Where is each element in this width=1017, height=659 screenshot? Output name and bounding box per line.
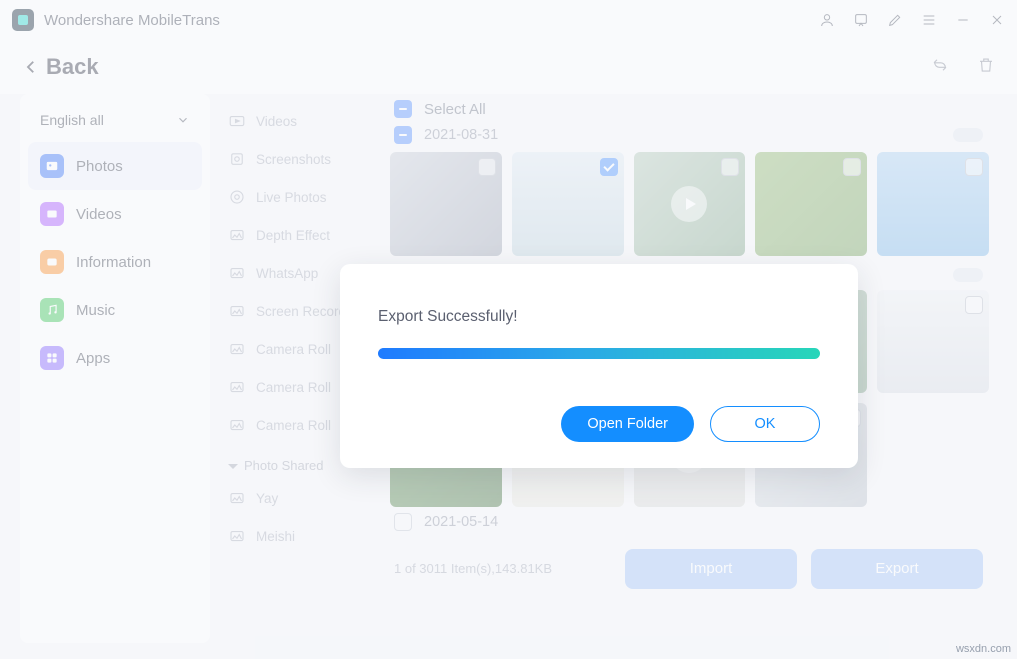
ok-button[interactable]: OK (710, 406, 820, 442)
watermark: wsxdn.com (956, 643, 1011, 655)
export-success-dialog: Export Successfully! Open Folder OK (340, 264, 858, 468)
dialog-message: Export Successfully! (378, 308, 820, 326)
open-folder-button[interactable]: Open Folder (561, 406, 694, 442)
progress-bar (378, 348, 820, 359)
